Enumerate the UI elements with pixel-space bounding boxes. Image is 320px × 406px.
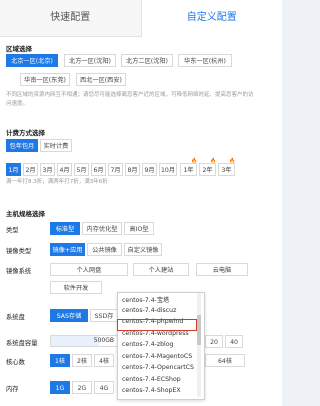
month-option-2[interactable]: 2月 <box>23 163 38 176</box>
system-disk-label: 系统盘 <box>6 314 25 321</box>
region-title: 区域选择 <box>6 45 32 53</box>
dropdown-item-magento[interactable]: centos-7.4-MagentoCS <box>122 353 192 360</box>
dropdown-item-discuz[interactable]: centos-7.4-discuz <box>122 307 176 314</box>
region-note-line2: 问速度。 <box>6 101 29 107</box>
slider-fill <box>51 336 99 346</box>
memory-option-1g[interactable]: 1G <box>50 381 70 394</box>
system-disk-option-ssd[interactable]: SSD存 <box>90 309 118 322</box>
cpu-option-1[interactable]: 1核 <box>50 354 70 367</box>
billing-discount-note: 满一年打8.3折，满两年打7折，满3年6折 <box>6 179 108 185</box>
year-option-2[interactable]: 2年 <box>199 163 216 176</box>
year-option-1[interactable]: 1年 <box>180 163 197 176</box>
system-disk-size-value: 500GB <box>93 337 114 344</box>
image-type-option-custom[interactable]: 自定义镜像 <box>124 243 162 256</box>
hot-badge-icon: 🔥 <box>191 158 198 164</box>
year-option-3[interactable]: 3年 <box>218 163 235 176</box>
system-disk-option-sas[interactable]: SAS存储 <box>50 309 88 322</box>
billing-title: 计费方式选择 <box>6 129 45 137</box>
disk-min-input[interactable]: 20 <box>205 335 223 348</box>
image-system-option-dev[interactable]: 软件开发 <box>50 281 102 294</box>
tab-custom-config[interactable]: 自定义配置 <box>141 0 282 37</box>
hot-badge-icon: 🔥 <box>229 158 236 164</box>
region-note-line1: 不同区域的资源内网互不相通；请您尽可能选择离您客户近的区域，可降低网络时延、提高… <box>6 92 254 98</box>
type-option-high-io[interactable]: 高IO型 <box>124 222 154 235</box>
month-option-3[interactable]: 3月 <box>40 163 55 176</box>
system-disk-size-label: 系统盘容量 <box>6 340 38 347</box>
config-tabs: 快速配置 自定义配置 <box>0 0 282 37</box>
type-option-memory[interactable]: 内存优化型 <box>82 222 122 235</box>
dropdown-scroll-thumb[interactable] <box>197 315 201 345</box>
region-note: 不同区域的资源内网互不相通；请您尽可能选择离您客户近的区域，可降低网络时延、提高… <box>6 91 276 109</box>
type-option-standard[interactable]: 标准型 <box>50 222 80 235</box>
month-option-7[interactable]: 7月 <box>108 163 123 176</box>
dropdown-item-ecshop[interactable]: centos-7.4-ECShop <box>122 376 181 383</box>
cpu-option-64[interactable]: 64核 <box>205 354 245 367</box>
hot-badge-icon: 🔥 <box>210 158 217 164</box>
host-spec-title: 主机规格选择 <box>6 210 45 218</box>
memory-option-4g[interactable]: 4G <box>94 381 114 394</box>
dropdown-item-shopex[interactable]: centos-7.4-ShopEX <box>122 387 181 394</box>
dropdown-item-zblog[interactable]: centos-7.4-zblog <box>122 341 173 348</box>
image-type-option-public[interactable]: 公共镜像 <box>87 243 122 256</box>
dropdown-item-baota[interactable]: centos-7.4-宝塔 <box>122 295 169 304</box>
month-option-10[interactable]: 10月 <box>159 163 177 176</box>
cpu-label: 核心数 <box>6 359 25 366</box>
dropdown-item-opencart[interactable]: centos-7.4-OpencartCS <box>122 364 194 371</box>
image-type-label: 镜像类型 <box>6 248 32 255</box>
billing-option-realtime[interactable]: 实时计费 <box>40 139 72 152</box>
image-system-dropdown: centos-7.4-宝塔 centos-7.4-discuz centos-7… <box>117 292 205 400</box>
image-system-option-cloud-pc[interactable]: 云电脑 <box>196 263 248 276</box>
memory-label: 内存 <box>6 386 19 393</box>
month-option-1[interactable]: 1月 <box>6 163 21 176</box>
region-option-east1[interactable]: 华东一区(杭州) <box>178 54 232 67</box>
region-option-north1[interactable]: 北方一区(沈阳) <box>64 54 116 67</box>
system-disk-size-slider[interactable]: 500GB <box>50 335 118 347</box>
month-option-8[interactable]: 8月 <box>125 163 140 176</box>
tab-quick-config[interactable]: 快速配置 <box>0 0 142 36</box>
region-option-northwest1[interactable]: 西北一区(西安) <box>76 73 126 86</box>
image-system-option-website[interactable]: 个人建站 <box>133 263 189 276</box>
image-type-option-app[interactable]: 镜像+应用 <box>50 243 85 256</box>
region-option-north2[interactable]: 北方二区(沈阳) <box>121 54 173 67</box>
cpu-option-2[interactable]: 2核 <box>72 354 92 367</box>
cpu-option-4[interactable]: 4核 <box>94 354 114 367</box>
image-system-option-netdisk[interactable]: 个人网盘 <box>50 263 128 276</box>
dropdown-highlight-box <box>117 319 197 331</box>
billing-option-monthly[interactable]: 包年包月 <box>6 139 38 152</box>
region-option-south1[interactable]: 华南一区(东莞) <box>20 73 70 86</box>
dropdown-scrollbar[interactable] <box>197 293 201 397</box>
month-option-5[interactable]: 5月 <box>74 163 89 176</box>
disk-max-input[interactable]: 40 <box>225 335 243 348</box>
image-system-label: 镜像系统 <box>6 268 32 275</box>
month-option-9[interactable]: 9月 <box>142 163 157 176</box>
type-label: 类型 <box>6 227 19 234</box>
memory-option-2g[interactable]: 2G <box>72 381 92 394</box>
month-option-4[interactable]: 4月 <box>57 163 72 176</box>
month-option-6[interactable]: 6月 <box>91 163 106 176</box>
config-panel: 快速配置 自定义配置 区域选择 北京一区(北京) 北方一区(沈阳) 北方二区(沈… <box>0 0 282 406</box>
region-option-beijing[interactable]: 北京一区(北京) <box>6 54 58 67</box>
